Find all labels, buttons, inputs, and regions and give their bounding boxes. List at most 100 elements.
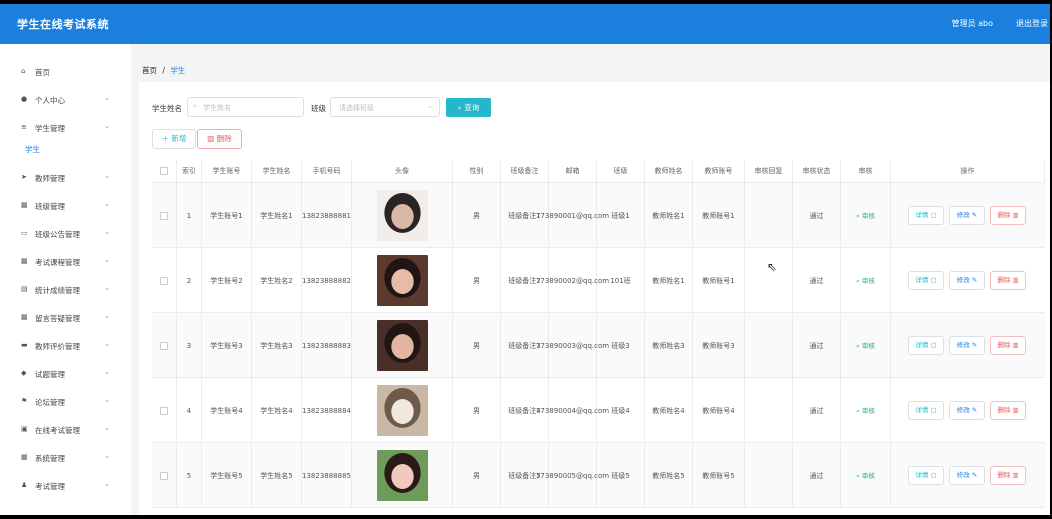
sidebar-item-0[interactable]: ⌂ 首页 — [0, 62, 131, 82]
delete-button[interactable]: 删除 ▥ — [990, 271, 1026, 290]
cell-tname: 教师姓名3 — [645, 313, 693, 378]
student-name-input[interactable]: ⌕ 学生姓名 — [187, 97, 304, 117]
sidebar-item-label: 考试管理 — [35, 482, 65, 491]
delete-button[interactable]: 删除 ▥ — [990, 206, 1026, 225]
search-button[interactable]: ⌕ 查询 — [446, 98, 491, 117]
cell-status: 通过 — [793, 443, 841, 508]
audit-link[interactable]: ⌕ 审核 — [856, 340, 875, 352]
table-row: 1 学生账号1 学生姓名1 13823888881 男班级备注1 773890001@qq… — [152, 183, 1045, 248]
row-checkbox-cell — [152, 248, 177, 313]
edit-button[interactable]: 修改 ✎ — [949, 466, 985, 485]
sidebar-item-10[interactable]: ◆ 试题管理 ⌄ — [0, 364, 131, 384]
cell-taccount: 教师账号4 — [693, 378, 745, 443]
top-header: 学生在线考试系统 管理员 abo 退出登录 — [0, 4, 1050, 44]
cell-account: 学生账号4 — [202, 378, 252, 443]
sidebar-item-12[interactable]: ▣ 在线考试管理 ⌄ — [0, 420, 131, 440]
grid-icon: ▦ — [21, 313, 28, 321]
cell-phone: 13823888884 — [302, 378, 352, 443]
edit-button[interactable]: 修改 ✎ — [949, 336, 985, 355]
column-header: 审核 — [841, 160, 891, 183]
cell-name: 学生姓名5 — [252, 443, 302, 508]
cell-email: 773890003@qq.com — [536, 313, 609, 378]
audit-cell: ⌕ 审核 — [841, 248, 891, 313]
view-button[interactable]: 详情 ▢ — [908, 466, 944, 485]
row-checkbox[interactable] — [160, 276, 168, 285]
avatar-cell — [352, 443, 453, 508]
cell-name: 学生姓名3 — [252, 313, 302, 378]
sidebar-item-label: 试题管理 — [35, 370, 65, 379]
cell-gender: 男 — [453, 378, 501, 443]
sidebar-subitem-student[interactable]: 学生 — [25, 144, 40, 155]
sidebar-item-9[interactable]: ▬ 教师评价管理 ⌄ — [0, 336, 131, 356]
sidebar-item-label: 留言答疑管理 — [35, 314, 80, 323]
avatar — [376, 385, 428, 436]
student-table: 索引 学生账号 学生姓名 手机号码 头像 性别 班级备注 邮箱 班级 教师姓名 教师账号 审核回复 审核… — [152, 160, 1045, 515]
row-checkbox[interactable] — [160, 341, 168, 350]
checkbox-icon — [160, 167, 168, 175]
logout-link[interactable]: 退出登录 — [1016, 18, 1048, 29]
audit-link[interactable]: ⌕ 审核 — [856, 210, 875, 222]
search-icon: ⌕ — [193, 102, 197, 110]
table-row — [152, 508, 1045, 515]
sidebar-item-14[interactable]: ♟ 考试管理 ⌄ — [0, 476, 131, 496]
class-label: 班级 — [311, 104, 326, 113]
view-button[interactable]: 详情 ▢ — [908, 336, 944, 355]
sidebar-item-13[interactable]: ▦ 系统管理 ⌄ — [0, 448, 131, 468]
audit-link[interactable]: ⌕ 审核 — [856, 275, 875, 287]
cell-account: 学生账号1 — [202, 183, 252, 248]
delete-button[interactable]: 删除 ▥ — [990, 466, 1026, 485]
cell-status: 通过 — [793, 248, 841, 313]
sidebar-item-7[interactable]: ▤ 统计成绩管理 ⌄ — [0, 280, 131, 300]
sidebar-item-label: 教师评价管理 — [35, 342, 80, 351]
sidebar-item-11[interactable]: ⚑ 论坛管理 ⌄ — [0, 392, 131, 412]
flag-icon: ⚑ — [21, 397, 28, 405]
sidebar-item-5[interactable]: ▭ 班级公告管理 ⌄ — [0, 224, 131, 244]
cell-account: 学生账号5 — [202, 443, 252, 508]
edit-button[interactable]: 修改 ✎ — [949, 206, 985, 225]
audit-cell: ⌕ 审核 — [841, 378, 891, 443]
column-header: 班级 — [597, 160, 645, 183]
grid-icon: ▦ — [21, 453, 28, 461]
view-button[interactable]: 详情 ▢ — [908, 401, 944, 420]
cell-email: 773890001@qq.com — [536, 183, 609, 248]
view-button[interactable]: 详情 ▢ — [908, 271, 944, 290]
view-button[interactable]: 详情 ▢ — [908, 206, 944, 225]
batch-delete-label: 删除 — [216, 134, 232, 143]
doc-icon: ▣ — [21, 425, 28, 433]
audit-link[interactable]: ⌕ 审核 — [856, 470, 875, 482]
cell-email: 773890005@qq.com — [536, 443, 609, 508]
edit-button[interactable]: 修改 ✎ — [949, 401, 985, 420]
batch-delete-button[interactable]: ▥ 删除 — [197, 129, 242, 149]
sidebar-item-label: 个人中心 — [35, 96, 65, 105]
add-button[interactable]: ＋ 新增 — [152, 129, 196, 149]
avatar-cell — [352, 183, 453, 248]
select-all-checkbox[interactable] — [152, 160, 177, 183]
cell-idx: 3 — [177, 313, 202, 378]
sidebar-item-2[interactable]: ≡ 学生管理 ⌄ — [0, 118, 131, 138]
cell-account: 学生账号2 — [202, 248, 252, 313]
avatar — [376, 320, 428, 371]
row-checkbox[interactable] — [160, 471, 168, 480]
sidebar-item-1[interactable]: ● 个人中心 ⌄ — [0, 90, 131, 110]
sidebar-item-4[interactable]: ▦ 班级管理 ⌄ — [0, 196, 131, 216]
column-header: 性别 — [453, 160, 501, 183]
audit-link[interactable]: ⌕ 审核 — [856, 405, 875, 417]
sidebar-item-6[interactable]: ▦ 考试课程管理 ⌄ — [0, 252, 131, 272]
row-checkbox[interactable] — [160, 211, 168, 220]
student-name-placeholder: 学生姓名 — [203, 104, 231, 112]
delete-button[interactable]: 删除 ▥ — [990, 336, 1026, 355]
edit-button[interactable]: 修改 ✎ — [949, 271, 985, 290]
cell-gender: 男 — [453, 183, 501, 248]
sidebar-item-8[interactable]: ▦ 留言答疑管理 ⌄ — [0, 308, 131, 328]
class-select[interactable]: 请选择班级 ⌄ — [330, 97, 440, 117]
breadcrumb-home[interactable]: 首页 — [142, 66, 157, 75]
chevron-down-icon: ⌄ — [104, 172, 110, 180]
row-checkbox[interactable] — [160, 406, 168, 415]
sidebar-item-3[interactable]: ➤ 教师管理 ⌄ — [0, 168, 131, 188]
cell-status: 通过 — [793, 378, 841, 443]
delete-button[interactable]: 删除 ▥ — [990, 401, 1026, 420]
cell-email: 773890004@qq.com — [536, 378, 609, 443]
table-row: 2 学生账号2 学生姓名2 13823888882 男班级备注2 773890002@qq… — [152, 248, 1045, 313]
student-name-label: 学生姓名 — [152, 104, 182, 113]
home-icon: ⌂ — [21, 67, 26, 75]
